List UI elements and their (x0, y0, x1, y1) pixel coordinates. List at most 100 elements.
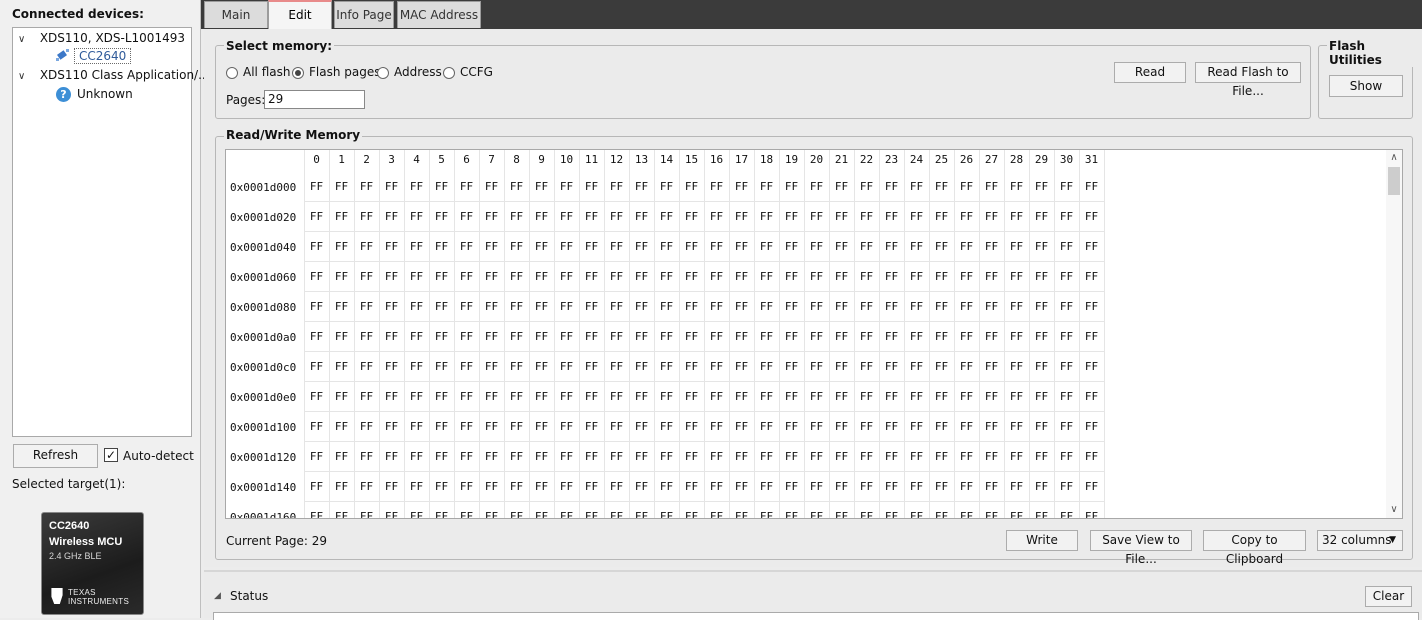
memory-cell[interactable]: FF (354, 172, 379, 202)
memory-cell[interactable]: FF (479, 202, 504, 232)
memory-cell[interactable]: FF (529, 232, 554, 262)
memory-cell[interactable]: FF (629, 502, 654, 518)
scroll-down-icon[interactable]: ∨ (1386, 502, 1402, 518)
memory-cell[interactable]: FF (1079, 472, 1104, 502)
memory-cell[interactable]: FF (504, 202, 529, 232)
memory-cell[interactable]: FF (829, 412, 854, 442)
memory-cell[interactable]: FF (454, 472, 479, 502)
memory-cell[interactable]: FF (1054, 202, 1079, 232)
memory-cell[interactable]: FF (854, 412, 879, 442)
memory-cell[interactable]: FF (554, 412, 579, 442)
memory-cell[interactable]: FF (304, 472, 329, 502)
memory-cell[interactable]: FF (754, 322, 779, 352)
memory-cell[interactable]: FF (1079, 322, 1104, 352)
memory-cell[interactable]: FF (529, 292, 554, 322)
memory-cell[interactable]: FF (479, 412, 504, 442)
memory-cell[interactable]: FF (904, 472, 929, 502)
memory-cell[interactable]: FF (929, 292, 954, 322)
memory-cell[interactable]: FF (454, 502, 479, 518)
memory-cell[interactable]: FF (454, 202, 479, 232)
memory-cell[interactable]: FF (929, 382, 954, 412)
tab-info-page[interactable]: Info Page (334, 1, 394, 28)
memory-cell[interactable]: FF (979, 412, 1004, 442)
memory-cell[interactable]: FF (754, 172, 779, 202)
tab-edit[interactable]: Edit (268, 0, 332, 29)
memory-cell[interactable]: FF (404, 412, 429, 442)
memory-cell[interactable]: FF (604, 442, 629, 472)
memory-cell[interactable]: FF (954, 262, 979, 292)
memory-cell[interactable]: FF (1054, 322, 1079, 352)
memory-cell[interactable]: FF (304, 322, 329, 352)
memory-cell[interactable]: FF (929, 472, 954, 502)
memory-cell[interactable]: FF (354, 262, 379, 292)
memory-cell[interactable]: FF (304, 172, 329, 202)
memory-cell[interactable]: FF (479, 442, 504, 472)
write-button[interactable]: Write (1006, 530, 1078, 551)
memory-cell[interactable]: FF (779, 472, 804, 502)
memory-cell[interactable]: FF (729, 232, 754, 262)
memory-cell[interactable]: FF (1029, 352, 1054, 382)
memory-cell[interactable]: FF (579, 442, 604, 472)
device-tree[interactable]: ∨ XDS110, XDS-L1001493 CC2640 ∨ XDS110 C… (12, 27, 210, 437)
memory-cell[interactable]: FF (854, 352, 879, 382)
memory-cell[interactable]: FF (1054, 412, 1079, 442)
memory-cell[interactable]: FF (429, 472, 454, 502)
memory-cell[interactable]: FF (954, 232, 979, 262)
memory-cell[interactable]: FF (979, 172, 1004, 202)
memory-cell[interactable]: FF (554, 262, 579, 292)
show-button[interactable]: Show (1329, 75, 1403, 97)
tree-item-cc2640[interactable]: CC2640 (55, 47, 132, 65)
memory-grid[interactable]: 0 1 2 3 4 5 6 7 8 9 10 11 12 13 14 15 16 17 18 19 20 21 22 23 24… (225, 149, 1403, 519)
memory-cell[interactable]: FF (554, 502, 579, 518)
memory-cell[interactable]: FF (979, 442, 1004, 472)
memory-cell[interactable]: FF (454, 352, 479, 382)
memory-cell[interactable]: FF (904, 502, 929, 518)
memory-cell[interactable]: FF (579, 382, 604, 412)
memory-cell[interactable]: FF (329, 292, 354, 322)
memory-cell[interactable]: FF (829, 442, 854, 472)
memory-cell[interactable]: FF (504, 442, 529, 472)
memory-cell[interactable]: FF (854, 322, 879, 352)
memory-cell[interactable]: FF (429, 382, 454, 412)
memory-cell[interactable]: FF (629, 262, 654, 292)
tree-item-xds110[interactable]: ∨ XDS110, XDS-L1001493 (18, 29, 185, 47)
memory-cell[interactable]: FF (329, 172, 354, 202)
memory-cell[interactable]: FF (529, 352, 554, 382)
memory-cell[interactable]: FF (804, 502, 829, 518)
memory-cell[interactable]: FF (1079, 292, 1104, 322)
memory-cell[interactable]: FF (879, 172, 904, 202)
memory-cell[interactable]: FF (404, 202, 429, 232)
memory-cell[interactable]: FF (704, 412, 729, 442)
memory-cell[interactable]: FF (1079, 442, 1104, 472)
memory-cell[interactable]: FF (1004, 202, 1029, 232)
memory-cell[interactable]: FF (604, 352, 629, 382)
radio-address[interactable] (377, 67, 389, 79)
memory-cell[interactable]: FF (429, 262, 454, 292)
memory-cell[interactable]: FF (779, 292, 804, 322)
memory-cell[interactable]: FF (679, 322, 704, 352)
memory-cell[interactable]: FF (1004, 442, 1029, 472)
memory-cell[interactable]: FF (679, 232, 704, 262)
memory-cell[interactable]: FF (454, 442, 479, 472)
memory-cell[interactable]: FF (1004, 412, 1029, 442)
memory-cell[interactable]: FF (554, 322, 579, 352)
memory-cell[interactable]: FF (879, 412, 904, 442)
memory-cell[interactable]: FF (529, 202, 554, 232)
memory-cell[interactable]: FF (904, 382, 929, 412)
memory-cell[interactable]: FF (704, 262, 729, 292)
memory-cell[interactable]: FF (854, 202, 879, 232)
memory-cell[interactable]: FF (1079, 412, 1104, 442)
memory-cell[interactable]: FF (879, 262, 904, 292)
memory-cell[interactable]: FF (354, 442, 379, 472)
memory-cell[interactable]: FF (579, 202, 604, 232)
memory-cell[interactable]: FF (479, 472, 504, 502)
memory-cell[interactable]: FF (404, 292, 429, 322)
memory-cell[interactable]: FF (604, 382, 629, 412)
memory-cell[interactable]: FF (529, 472, 554, 502)
memory-cell[interactable]: FF (954, 172, 979, 202)
memory-cell[interactable]: FF (904, 262, 929, 292)
memory-cell[interactable]: FF (429, 292, 454, 322)
memory-cell[interactable]: FF (829, 352, 854, 382)
memory-cell[interactable]: FF (804, 262, 829, 292)
memory-cell[interactable]: FF (1054, 352, 1079, 382)
